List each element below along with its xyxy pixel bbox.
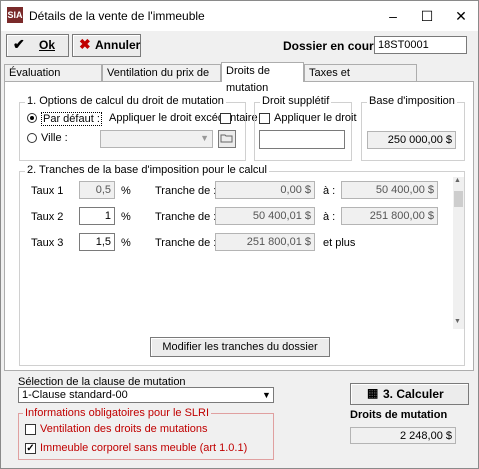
tab-panel: 1. Options de calcul du droit de mutatio… xyxy=(4,81,474,371)
taux-3-from: 251 800,01 $ xyxy=(215,233,315,251)
tranches-title: 2. Tranches de la base d'imposition pour… xyxy=(25,164,269,176)
dossier-field[interactable]: 18ST0001 xyxy=(374,36,467,54)
ventilation-checkbox[interactable] xyxy=(25,424,36,435)
app-icon: SIA xyxy=(7,7,23,23)
taux-2-to: 251 800,00 $ xyxy=(341,207,438,225)
maximize-button[interactable]: ☐ xyxy=(410,1,444,31)
par-defaut-radio[interactable] xyxy=(27,113,37,123)
ok-label: Ok xyxy=(39,38,56,52)
cross-icon: ✖ xyxy=(79,36,91,52)
appliquer-excedentaire-label: Appliquer le droit excédentaire xyxy=(109,112,258,124)
supp-checkbox[interactable] xyxy=(259,113,270,124)
chevron-down-icon: ▼ xyxy=(262,390,271,400)
dossier-label: Dossier en cours : xyxy=(283,39,388,53)
calculer-label: 3. Calculer xyxy=(383,387,444,401)
taux-1-pct: % xyxy=(121,185,131,197)
tab-label: Droits de mutation xyxy=(226,65,271,94)
supp-field[interactable] xyxy=(259,130,345,149)
tranches-scrollbar[interactable]: ▲ ▼ xyxy=(453,177,464,329)
taux-2-label: Taux 2 xyxy=(31,211,64,223)
window-title: Détails de la vente de l'immeuble xyxy=(29,9,205,23)
taux-3-label: Taux 3 xyxy=(31,237,64,249)
window: SIA Détails de la vente de l'immeuble – … xyxy=(0,0,479,469)
calculator-icon: ▦ xyxy=(367,386,379,400)
cancel-label: Annuler xyxy=(95,38,141,52)
par-defaut-label: Par défaut : xyxy=(41,112,102,126)
taux-3-rate[interactable]: 1,5 xyxy=(79,233,115,251)
taux-2-pct: % xyxy=(121,211,131,223)
calculer-button[interactable]: ▦ 3. Calculer xyxy=(350,383,469,405)
taux-1-label: Taux 1 xyxy=(31,185,64,197)
ventilation-label: Ventilation des droits de mutations xyxy=(40,423,208,435)
title-bar: SIA Détails de la vente de l'immeuble – … xyxy=(1,1,478,31)
slri-title: Informations obligatoires pour le SLRI xyxy=(23,407,212,419)
taux-2-a: à : xyxy=(323,211,336,223)
immeuble-label: Immeuble corporel sans meuble (art 1.0.1… xyxy=(40,442,248,454)
clause-select[interactable]: 1-Clause standard-00 ▼ xyxy=(18,387,274,403)
taux-3-tranche-label: Tranche de : xyxy=(155,237,217,249)
taux-3-et-plus: et plus xyxy=(323,237,356,249)
taux-1-to: 50 400,00 $ xyxy=(341,181,438,199)
taux-2-from: 50 400,01 $ xyxy=(215,207,315,225)
ok-button[interactable]: ✔ Ok xyxy=(6,34,69,57)
close-button[interactable]: ✕ xyxy=(444,1,478,31)
scroll-up-icon: ▲ xyxy=(454,177,461,184)
supp-title: Droit supplétif xyxy=(260,95,332,107)
excedentaire-checkbox[interactable] xyxy=(220,113,231,124)
ville-label: Ville : xyxy=(41,132,68,144)
taux-2-rate[interactable]: 1 xyxy=(79,207,115,225)
folder-icon xyxy=(220,134,233,143)
droits-label: Droits de mutation xyxy=(350,409,448,421)
base-value: 250 000,00 $ xyxy=(367,131,456,149)
folder-browse-button[interactable] xyxy=(218,130,236,148)
taux-1-a: à : xyxy=(323,185,336,197)
modify-tranches-button[interactable]: Modifier les tranches du dossier xyxy=(150,337,330,357)
tab-taxes[interactable]: Taxes et remboursements xyxy=(304,64,417,96)
tab-ventilation[interactable]: Ventilation du prix de vente xyxy=(102,64,221,96)
minimize-button[interactable]: – xyxy=(376,1,410,31)
immeuble-checkbox[interactable]: ✓ xyxy=(25,443,36,454)
ville-select[interactable]: ▼ xyxy=(100,130,213,148)
tab-droits-mutation[interactable]: Droits de mutation xyxy=(221,62,304,94)
tab-evaluation-municipale[interactable]: Évaluation municipale xyxy=(4,64,102,96)
taux-1-rate: 0,5 xyxy=(79,181,115,199)
chevron-down-icon: ▼ xyxy=(200,133,209,143)
scroll-down-icon: ▼ xyxy=(454,318,461,325)
checkmark-icon: ✔ xyxy=(13,36,25,52)
droits-value: 2 248,00 $ xyxy=(350,427,456,444)
supp-apply-label: Appliquer le droit xyxy=(274,112,357,124)
cancel-button[interactable]: ✖ Annuler xyxy=(72,34,141,57)
base-title: Base d'imposition xyxy=(367,95,457,107)
taux-1-tranche-label: Tranche de : xyxy=(155,185,217,197)
taux-1-from: 0,00 $ xyxy=(215,181,315,199)
options-title: 1. Options de calcul du droit de mutatio… xyxy=(25,95,226,107)
ville-radio[interactable] xyxy=(27,133,37,143)
clause-value: 1-Clause standard-00 xyxy=(22,389,128,401)
taux-3-pct: % xyxy=(121,237,131,249)
scroll-thumb[interactable] xyxy=(454,191,463,207)
taux-2-tranche-label: Tranche de : xyxy=(155,211,217,223)
